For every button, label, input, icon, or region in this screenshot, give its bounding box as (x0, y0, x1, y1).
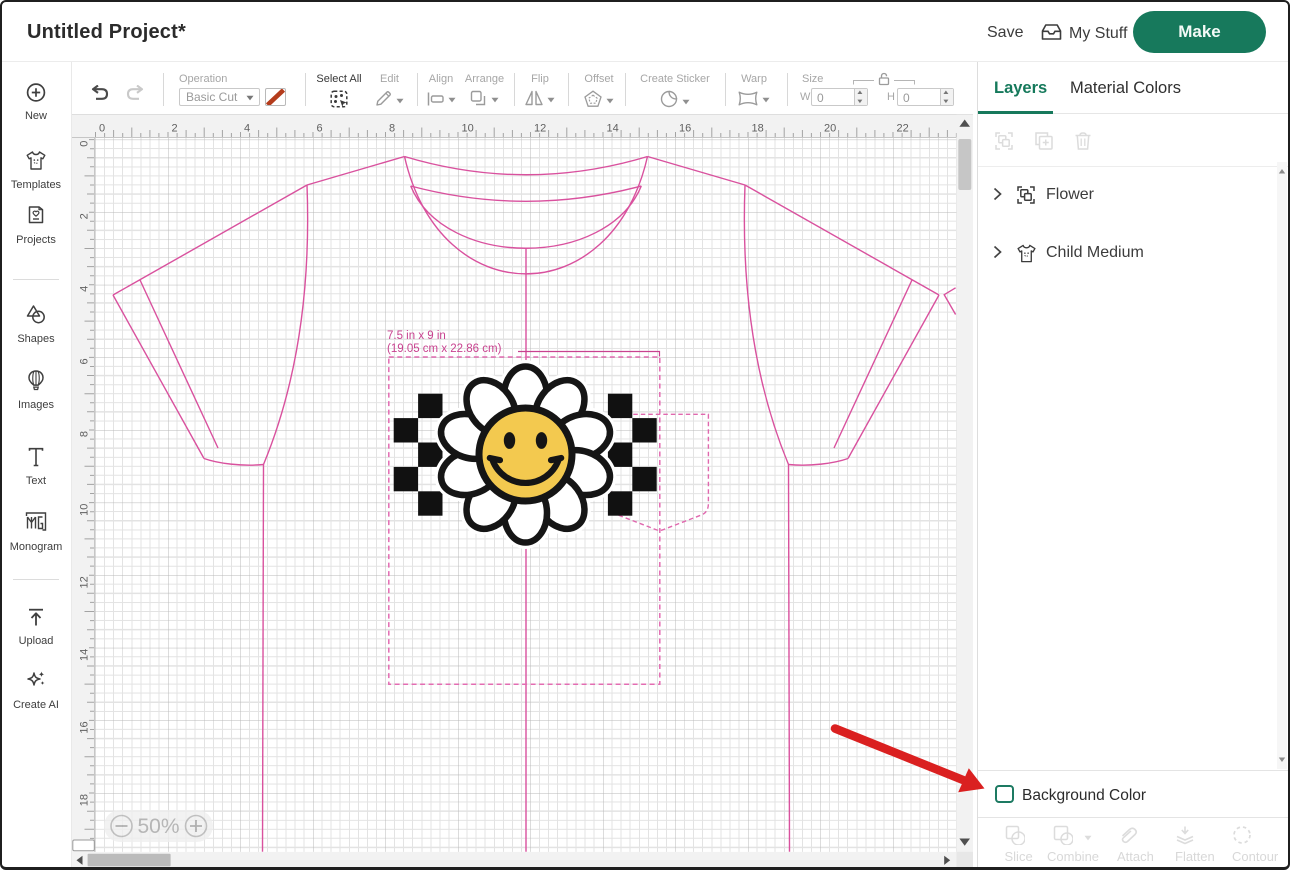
svg-text:22: 22 (897, 123, 909, 135)
svg-text:6: 6 (317, 123, 323, 135)
svg-text:18: 18 (752, 123, 764, 135)
svg-text:4: 4 (244, 123, 250, 135)
svg-text:14: 14 (607, 123, 619, 135)
svg-text:6: 6 (79, 358, 91, 364)
svg-text:12: 12 (79, 576, 91, 588)
svg-text:18: 18 (79, 794, 91, 806)
svg-text:14: 14 (79, 649, 91, 661)
svg-text:8: 8 (79, 431, 91, 437)
svg-text:20: 20 (824, 123, 836, 135)
svg-text:2: 2 (79, 213, 91, 219)
svg-text:16: 16 (679, 123, 691, 135)
svg-text:0: 0 (99, 123, 105, 135)
svg-text:10: 10 (79, 504, 91, 516)
svg-text:16: 16 (79, 721, 91, 733)
svg-text:10: 10 (462, 123, 474, 135)
svg-text:50%: 50% (137, 815, 179, 838)
svg-text:0: 0 (79, 141, 91, 147)
svg-text:2: 2 (172, 123, 178, 135)
svg-text:4: 4 (79, 286, 91, 292)
svg-text:8: 8 (389, 123, 395, 135)
svg-text:7.5 in x 9 in: 7.5 in x 9 in (387, 330, 446, 342)
svg-text:12: 12 (534, 123, 546, 135)
svg-text:(19.05 cm x 22.86 cm): (19.05 cm x 22.86 cm) (387, 343, 502, 355)
